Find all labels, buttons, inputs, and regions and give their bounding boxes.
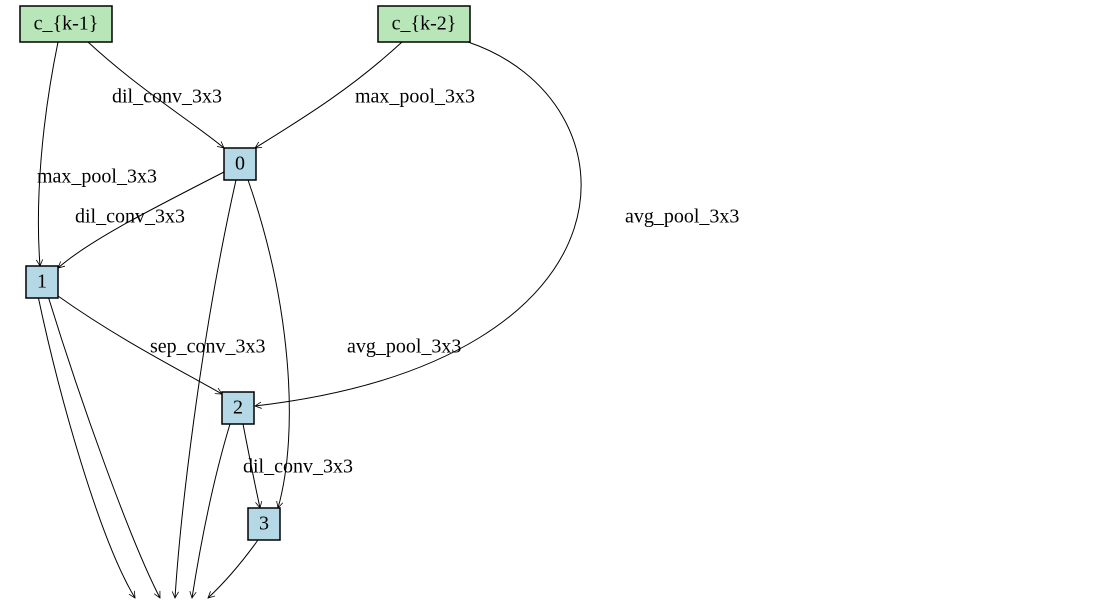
node-label-ck2: c_{k-2} xyxy=(392,13,457,35)
edge-ck1-n1 xyxy=(38,42,58,266)
edge-label-ck1-n0: dil_conv_3x3 xyxy=(112,86,222,108)
edge-n0-out xyxy=(175,180,236,598)
node-0: 0 xyxy=(224,148,256,180)
node-2: 2 xyxy=(222,392,254,424)
edge-label-n1-n2: sep_conv_3x3 xyxy=(150,336,266,358)
node-label-ck1: c_{k-1} xyxy=(34,13,99,35)
node-ck1: c_{k-1} xyxy=(20,6,112,42)
node-ck2: c_{k-2} xyxy=(378,6,470,42)
edge-label-n2-n3: dil_conv_3x3 xyxy=(243,456,353,478)
node-label-1: 1 xyxy=(37,271,47,293)
node-label-2: 2 xyxy=(233,397,243,419)
edge-label-ck1-n1: max_pool_3x3 xyxy=(37,166,157,188)
edge-n2-out xyxy=(192,424,230,598)
edge-label-ck2-n0: max_pool_3x3 xyxy=(355,86,475,108)
node-3: 3 xyxy=(248,508,280,540)
edge-label-ck2-n2: avg_pool_3x3 xyxy=(625,206,739,228)
edge-n3-out xyxy=(208,540,258,598)
edge-n1-out-b xyxy=(48,296,160,598)
edge-label-n0-n3: avg_pool_3x3 xyxy=(347,336,461,358)
cell-graph: dil_conv_3x3 max_pool_3x3 max_pool_3x3 d… xyxy=(0,0,1100,600)
node-1: 1 xyxy=(26,266,58,298)
node-label-3: 3 xyxy=(259,513,269,535)
edge-n1-out-a xyxy=(38,296,135,598)
edge-label-n0-n1: dil_conv_3x3 xyxy=(75,206,185,228)
node-label-0: 0 xyxy=(235,153,245,175)
